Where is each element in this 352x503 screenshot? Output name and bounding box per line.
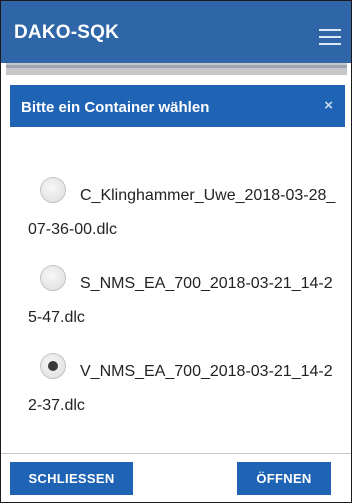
close-button[interactable]: SCHLIESSEN	[10, 462, 133, 495]
open-button[interactable]: ÖFFNEN	[237, 462, 331, 495]
option-label-3: V_NMS_EA_700_2018-03-21_14-22-37.dlc	[28, 363, 333, 414]
hamburger-menu-icon[interactable]	[319, 29, 341, 47]
footer-divider	[1, 453, 351, 454]
option-label-2: S_NMS_EA_700_2018-03-21_14-25-47.dlc	[28, 275, 333, 326]
container-options-list: C_Klinghammer_Uwe_2018-03-28_07-36-00.dl…	[10, 165, 345, 429]
option-label-1: C_Klinghammer_Uwe_2018-03-28_07-36-00.dl…	[28, 187, 336, 238]
close-icon[interactable]: ×	[324, 97, 333, 114]
app-title: DAKO-SQK	[14, 22, 120, 43]
container-option-1[interactable]: C_Klinghammer_Uwe_2018-03-28_07-36-00.dl…	[10, 165, 345, 253]
dialog-title: Bitte ein Container wählen	[21, 99, 210, 116]
app-frame: DAKO-SQK Bitte ein Container wählen × C_…	[0, 0, 352, 503]
dialog-header: Bitte ein Container wählen ×	[10, 85, 345, 127]
container-option-2[interactable]: S_NMS_EA_700_2018-03-21_14-25-47.dlc	[10, 253, 345, 341]
container-option-3[interactable]: V_NMS_EA_700_2018-03-21_14-22-37.dlc	[10, 341, 345, 429]
app-bar: DAKO-SQK	[1, 1, 351, 63]
background-overlay	[6, 63, 347, 75]
container-select-dialog: Bitte ein Container wählen × C_Klinghamm…	[10, 75, 345, 501]
